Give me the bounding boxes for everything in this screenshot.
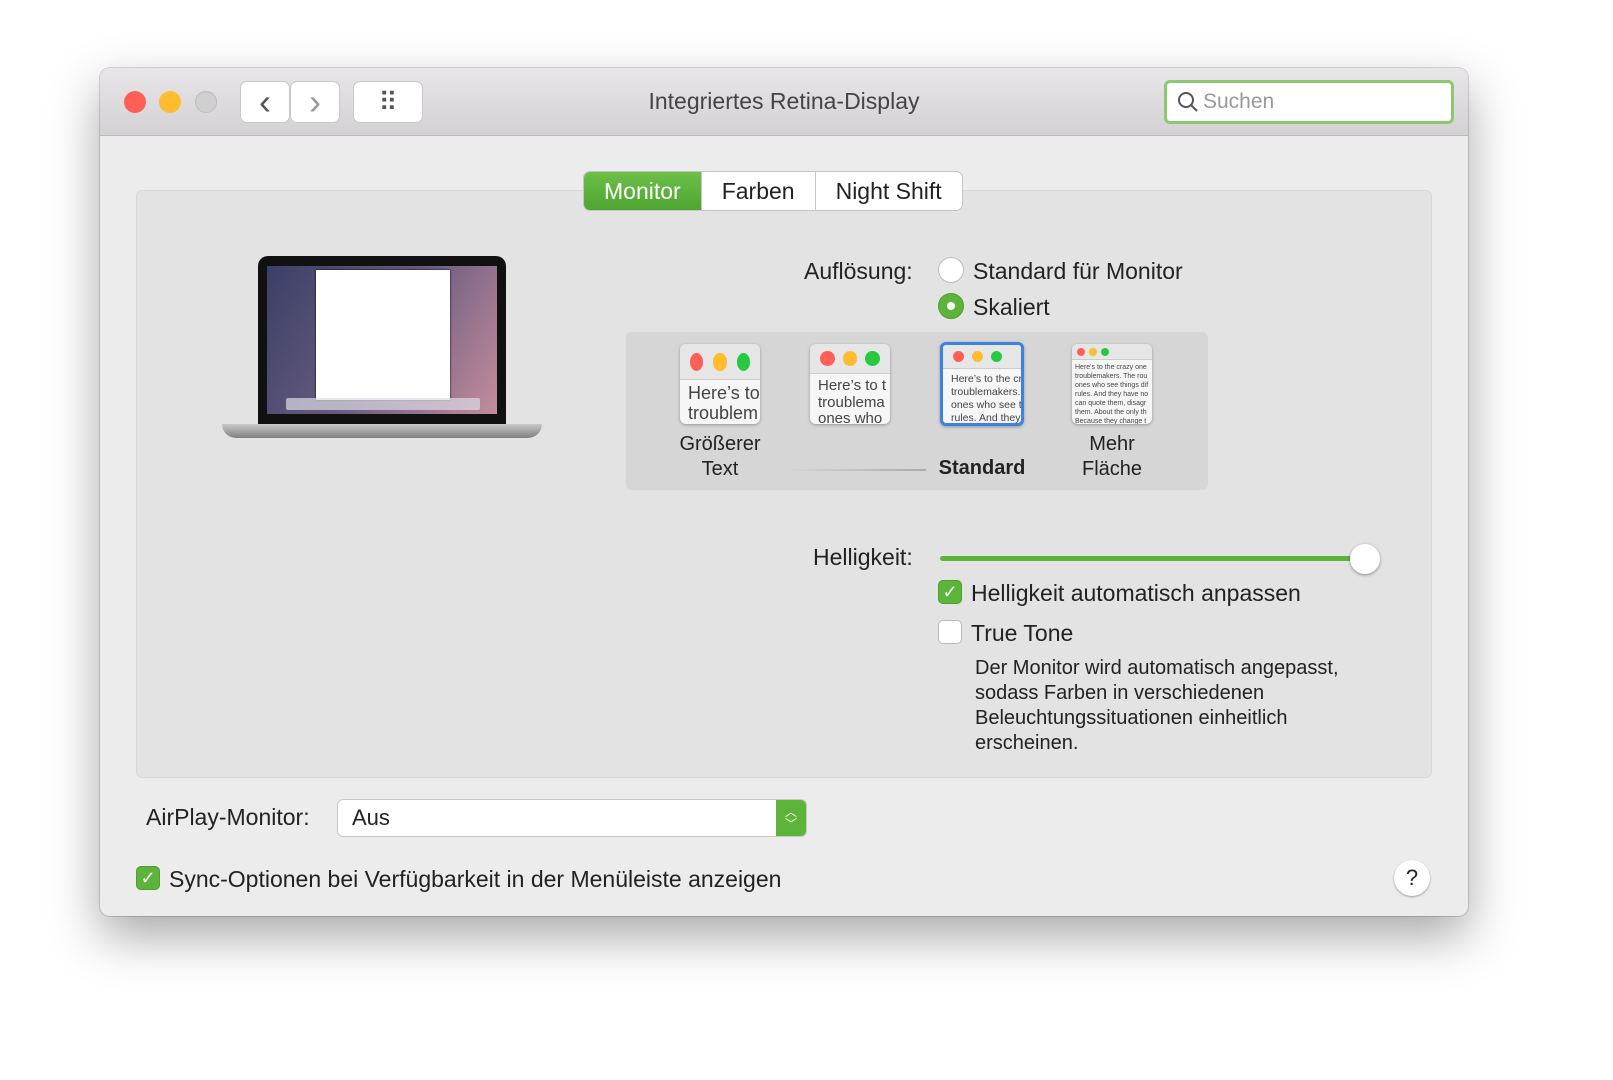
auto-brightness-checkbox[interactable]: ✓: [938, 580, 962, 604]
macbook-image: [222, 256, 542, 446]
scaling-option-standard[interactable]: Here’s to the cr troublemakers. ones who…: [940, 342, 1024, 426]
scaling-option-2[interactable]: Here’s to t troublema ones who: [810, 344, 890, 424]
tab-night-shift[interactable]: Night Shift: [816, 172, 962, 210]
more-space-label: Mehr Fläche: [1081, 433, 1143, 480]
true-tone-description: Der Monitor wird automatisch angepasst, …: [975, 657, 1339, 754]
airplay-value: Aus: [352, 805, 390, 830]
airplay-label: AirPlay-Monitor:: [146, 804, 310, 830]
resolution-label: Auflösung:: [804, 258, 913, 284]
true-tone-checkbox[interactable]: [938, 620, 962, 644]
scaling-option-more-space[interactable]: Here's to the crazy one troublemakers. T…: [1072, 344, 1152, 424]
standard-label: Standard: [938, 457, 1026, 479]
brightness-label: Helligkeit:: [813, 544, 913, 570]
scaling-option-larger-text[interactable]: Here’s to troublem: [680, 344, 760, 424]
scaling-options: Here’s to troublem Here’s to t troublema…: [626, 332, 1208, 490]
radio-scaled[interactable]: [938, 293, 964, 319]
tab-monitor[interactable]: Monitor: [584, 172, 702, 210]
radio-default-resolution[interactable]: [938, 257, 964, 283]
checkmark-icon: ✓: [140, 867, 156, 888]
brightness-slider[interactable]: [940, 556, 1378, 561]
search-icon: [1178, 92, 1198, 112]
sync-options-label[interactable]: Sync-Optionen bei Verfügbarkeit in der M…: [169, 866, 781, 893]
airplay-select[interactable]: Aus ︿ ﹀: [338, 800, 806, 836]
tab-farben[interactable]: Farben: [702, 172, 816, 210]
search-placeholder: Suchen: [1203, 90, 1275, 113]
default-resolution-label[interactable]: Standard für Monitor: [973, 258, 1183, 285]
auto-brightness-label[interactable]: Helligkeit automatisch anpassen: [971, 580, 1301, 607]
brightness-slider-knob[interactable]: [1350, 544, 1380, 574]
updown-chevron-icon: ︿ ﹀: [776, 800, 806, 836]
scaled-label[interactable]: Skaliert: [973, 294, 1050, 321]
help-button[interactable]: ?: [1394, 860, 1430, 896]
true-tone-label[interactable]: True Tone: [971, 620, 1073, 647]
search-input[interactable]: Suchen: [1164, 80, 1454, 124]
title-bar: ‹ › ⠿ Integriertes Retina-Display Suchen: [100, 68, 1468, 136]
scale-line: [786, 469, 926, 471]
checkmark-icon: ✓: [942, 581, 958, 602]
sync-options-checkbox[interactable]: ✓: [136, 866, 160, 890]
tab-bar: Monitor Farben Night Shift: [584, 172, 962, 210]
preferences-window: ‹ › ⠿ Integriertes Retina-Display Suchen…: [100, 68, 1468, 916]
larger-text-label: Größerer Text: [679, 433, 761, 480]
